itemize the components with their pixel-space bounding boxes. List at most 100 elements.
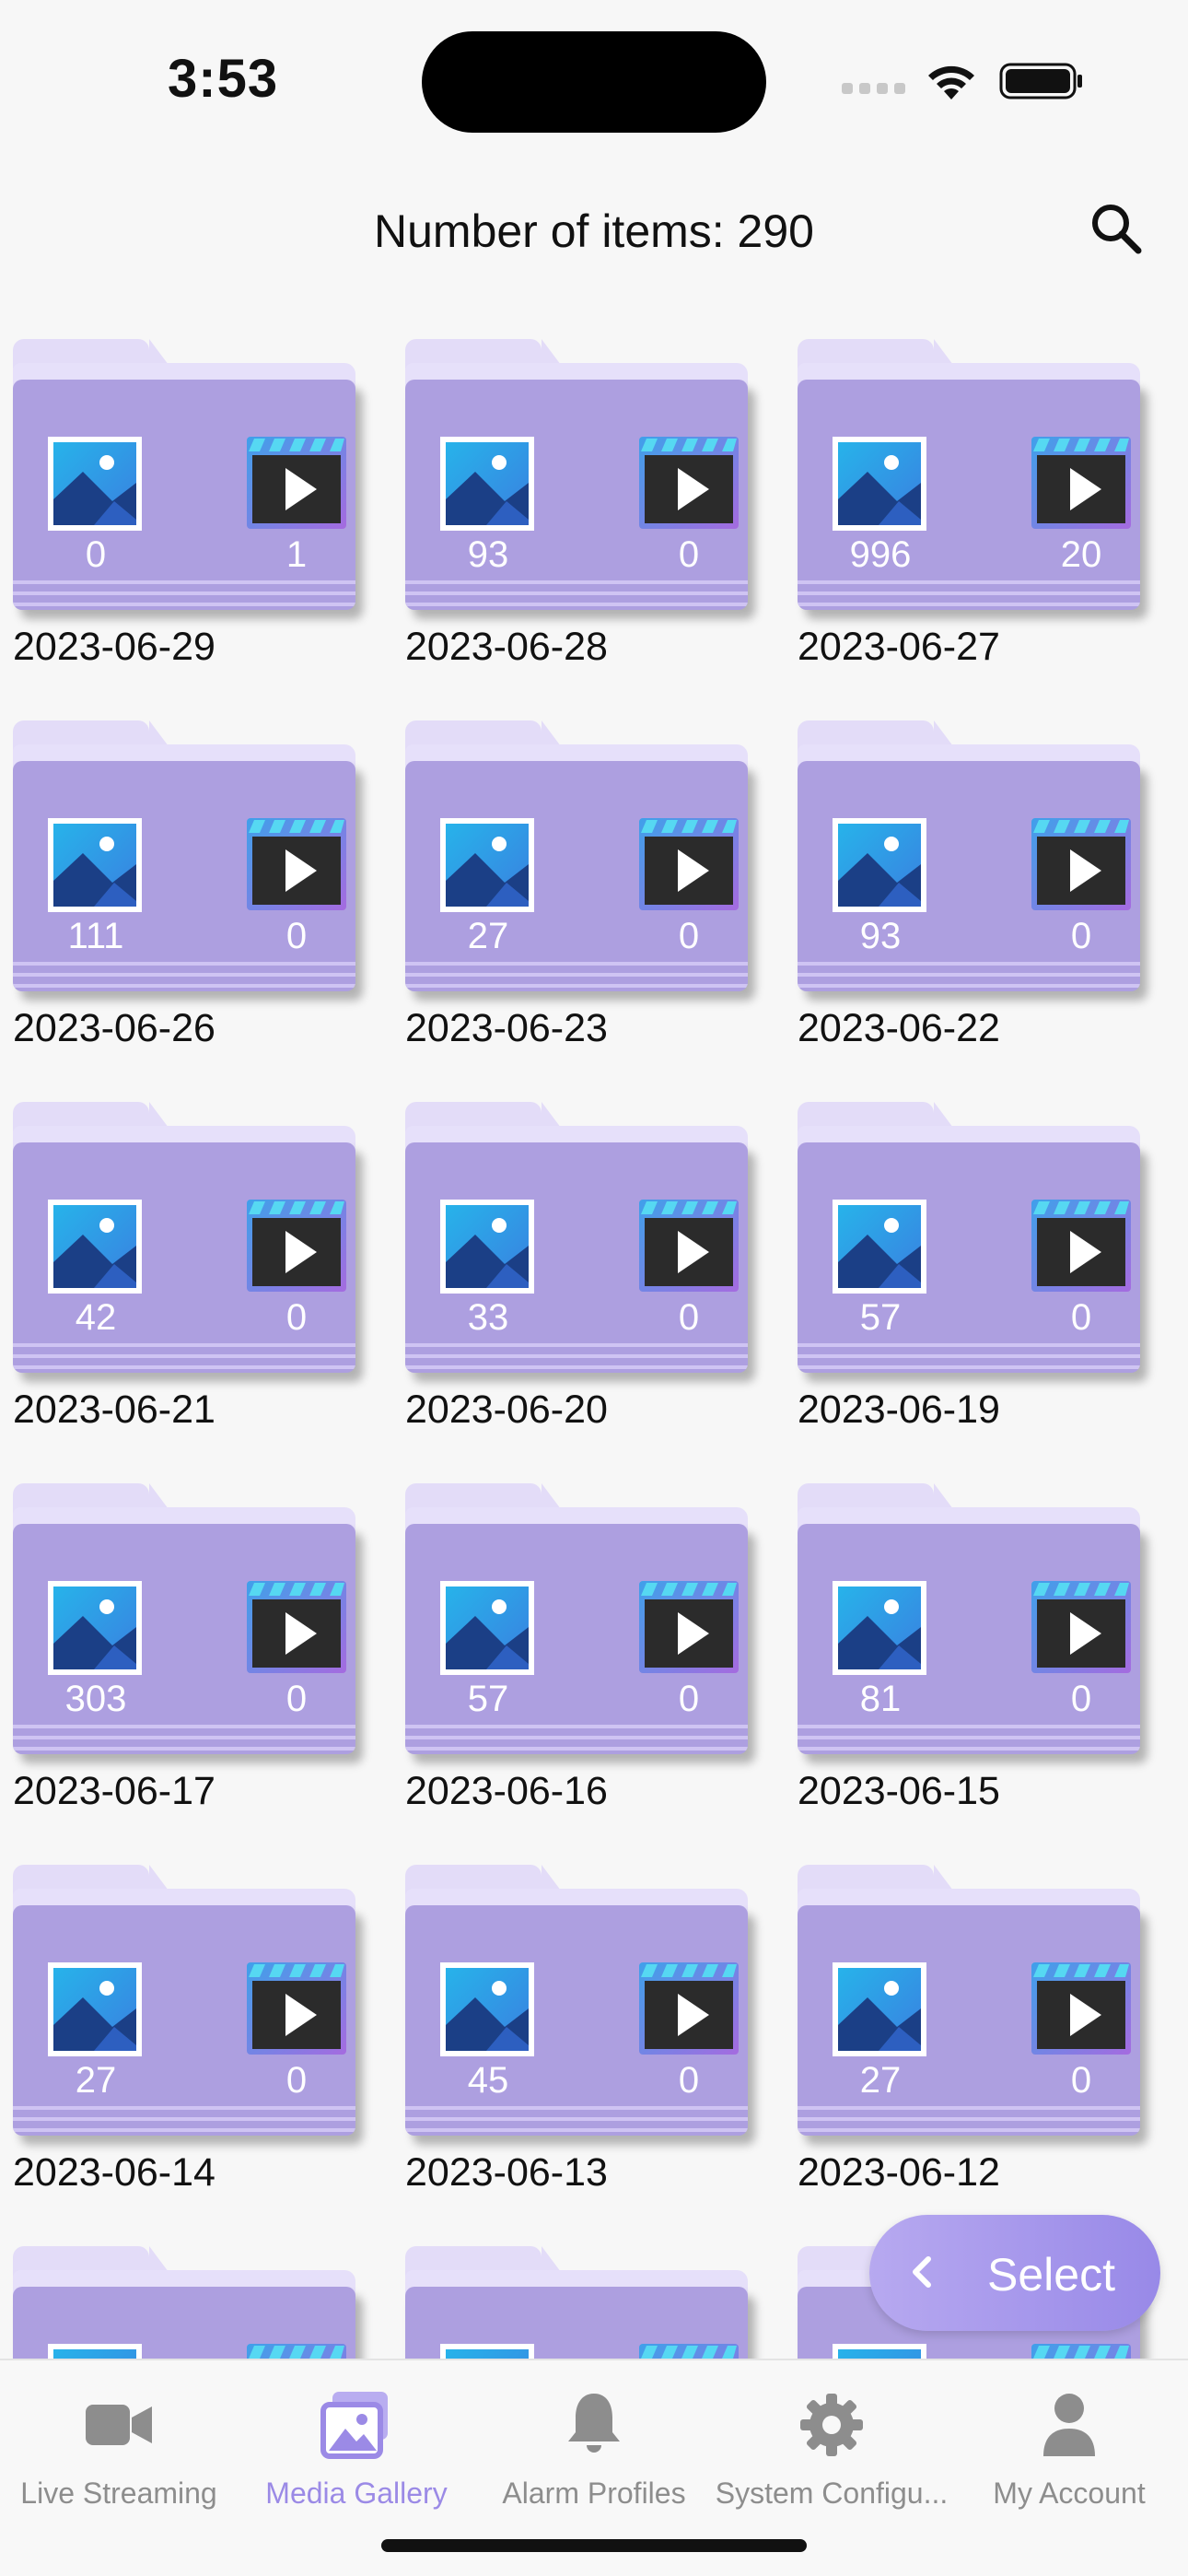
folder-icon: 01 <box>13 380 355 610</box>
video-count: 0 <box>1070 916 1092 956</box>
photo-icon <box>833 1581 926 1675</box>
tab-media-gallery[interactable]: Media Gallery <box>238 2373 475 2512</box>
video-clip-icon <box>1031 818 1131 910</box>
photo-icon <box>48 2344 142 2359</box>
media-folder-grid: 0 1 2023-06-29 93 0 2023-06-28 996 20 2023-06-27… <box>0 332 1188 2359</box>
video-clip-icon <box>247 818 346 910</box>
photo-count: 93 <box>859 916 902 956</box>
video-clip-icon <box>1031 1200 1131 1292</box>
home-indicator <box>381 2539 807 2552</box>
person-icon <box>1043 2394 1095 2456</box>
folder-icon <box>405 2287 748 2359</box>
media-folder[interactable]: 27 0 2023-06-12 <box>785 1857 1171 2207</box>
photo-icon <box>48 818 142 912</box>
folder-date: 2023-06-20 <box>405 1388 608 1432</box>
media-folder[interactable]: 93 0 2023-06-22 <box>785 713 1171 1063</box>
folder-icon: 81 0 <box>798 1524 1140 1754</box>
photo-icon <box>833 437 926 531</box>
video-count: 0 <box>1070 2060 1092 2101</box>
folder-icon: 42 0 <box>13 1142 355 1373</box>
media-folder[interactable] <box>0 2239 387 2359</box>
video-count: 0 <box>678 534 700 575</box>
folder-icon: 303 0 <box>13 1524 355 1754</box>
media-folder[interactable]: 93 0 2023-06-28 <box>392 332 779 682</box>
video-count: 0 <box>285 1297 308 1338</box>
photo-icon <box>440 437 534 531</box>
tab-alarm-profiles[interactable]: Alarm Profiles <box>475 2373 713 2512</box>
media-folder[interactable]: 27 0 2023-06-14 <box>0 1857 387 2207</box>
video-count: 0 <box>678 1297 700 1338</box>
header: Number of items: 290 <box>0 184 1188 276</box>
folder-date: 2023-06-15 <box>798 1769 1000 1813</box>
video-count: 1 <box>285 534 308 575</box>
folder-icon: 27 0 <box>798 1905 1140 2136</box>
photo-count: 57 <box>467 1679 509 1719</box>
folder-date: 2023-06-23 <box>405 1006 608 1050</box>
video-count: 0 <box>1070 1679 1092 1719</box>
video-clip-icon <box>639 437 739 529</box>
folder-date: 2023-06-29 <box>13 625 215 669</box>
tab-label: Alarm Profiles <box>502 2476 686 2510</box>
video-clip-icon <box>247 1200 346 1292</box>
select-button[interactable]: Select <box>869 2215 1160 2331</box>
video-clip-icon <box>1031 1581 1131 1673</box>
video-clip-icon <box>639 1200 739 1292</box>
photo-count: 0 <box>85 534 107 575</box>
photo-count: 81 <box>859 1679 902 1719</box>
video-clip-icon <box>639 2344 739 2359</box>
media-folder[interactable]: 303 0 2023-06-17 <box>0 1476 387 1826</box>
status-bar: 3:53 <box>0 0 1188 157</box>
photo-icon <box>48 1581 142 1675</box>
folder-date: 2023-06-27 <box>798 625 1000 669</box>
video-clip-icon <box>1031 2344 1131 2359</box>
select-button-label: Select <box>987 2249 1115 2301</box>
battery-icon <box>999 63 1082 100</box>
tab-system-configuration[interactable]: System Configu... <box>713 2373 950 2512</box>
folder-icon: 111 0 <box>13 761 355 991</box>
bell-icon <box>568 2394 620 2453</box>
folder-date: 2023-06-26 <box>13 1006 215 1050</box>
photo-count: 93 <box>467 534 509 575</box>
cellular-signal-icon <box>842 83 906 96</box>
photo-count: 45 <box>467 2060 509 2101</box>
search-button[interactable] <box>1083 195 1149 262</box>
media-folder[interactable]: 33 0 2023-06-20 <box>392 1095 779 1445</box>
media-folder[interactable]: 42 0 2023-06-21 <box>0 1095 387 1445</box>
photo-count: 111 <box>67 916 124 956</box>
folder-date: 2023-06-28 <box>405 625 608 669</box>
folder-date: 2023-06-14 <box>13 2150 215 2195</box>
chevron-left-icon <box>913 2256 931 2288</box>
video-clip-icon <box>639 1962 739 2055</box>
video-count: 0 <box>678 916 700 956</box>
media-folder[interactable]: 57 0 2023-06-19 <box>785 1095 1171 1445</box>
tab-label: My Account <box>993 2476 1146 2510</box>
photo-count: 27 <box>75 2060 117 2101</box>
media-folder[interactable]: 996 20 2023-06-27 <box>785 332 1171 682</box>
photo-icon <box>833 2344 926 2359</box>
media-folder[interactable]: 57 0 2023-06-16 <box>392 1476 779 1826</box>
folder-icon: 57 0 <box>798 1142 1140 1373</box>
media-folder[interactable]: 45 0 2023-06-13 <box>392 1857 779 2207</box>
video-count: 0 <box>285 916 308 956</box>
video-count: 0 <box>285 2060 308 2101</box>
folder-date: 2023-06-19 <box>798 1388 1000 1432</box>
photo-count: 27 <box>859 2060 902 2101</box>
media-folder[interactable]: 27 0 2023-06-23 <box>392 713 779 1063</box>
dynamic-island <box>422 31 766 133</box>
tab-my-account[interactable]: My Account <box>950 2373 1188 2512</box>
media-folder[interactable]: 111 0 2023-06-26 <box>0 713 387 1063</box>
media-folder[interactable]: 0 1 2023-06-29 <box>0 332 387 682</box>
tab-live-streaming[interactable]: Live Streaming <box>0 2373 238 2512</box>
video-count: 20 <box>1060 534 1102 575</box>
folder-icon: 27 0 <box>405 761 748 991</box>
folder-date: 2023-06-13 <box>405 2150 608 2195</box>
folder-date: 2023-06-17 <box>13 1769 215 1813</box>
folder-icon: 93 0 <box>798 761 1140 991</box>
folder-icon: 33 0 <box>405 1142 748 1373</box>
photo-icon <box>440 1200 534 1294</box>
photo-icon <box>833 1962 926 2056</box>
video-clip-icon <box>639 1581 739 1673</box>
media-folder[interactable]: 81 0 2023-06-15 <box>785 1476 1171 1826</box>
media-folder[interactable] <box>392 2239 779 2359</box>
video-count: 0 <box>1070 1297 1092 1338</box>
